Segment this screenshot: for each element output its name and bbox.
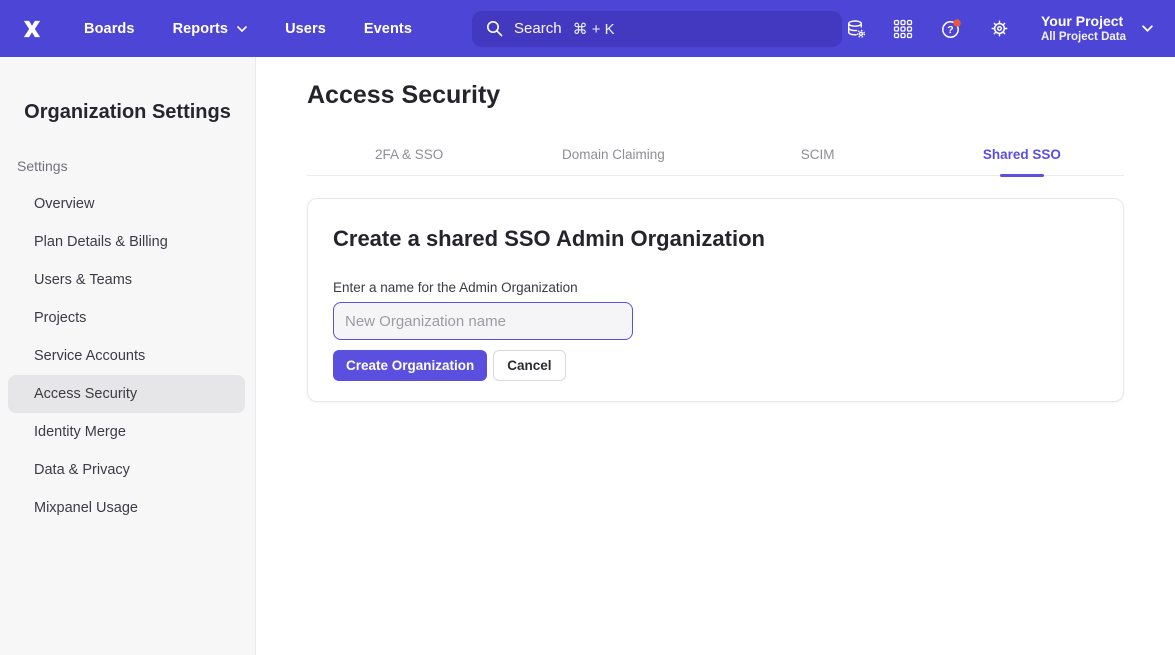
main-content: Access Security 2FA & SSO Domain Claimin… [256,57,1175,655]
sidebar-item-projects[interactable]: Projects [8,299,245,337]
tab-label: Domain Claiming [562,147,665,162]
tab-label: Shared SSO [983,147,1061,162]
button-row: Create Organization Cancel [333,350,1098,381]
chevron-down-icon [237,26,247,32]
sidebar-item-label: Identity Merge [34,424,126,440]
project-scope: All Project Data [1041,30,1126,45]
sidebar-item-label: Service Accounts [34,348,145,364]
search-icon [486,20,503,37]
sidebar-item-label: Data & Privacy [34,462,130,478]
mixpanel-logo[interactable] [0,16,64,42]
nav-item-label: Reports [173,21,229,37]
apps-grid-icon [893,19,913,39]
sidebar-section-label: Settings [17,158,255,174]
settings-gear-icon [989,18,1010,39]
primary-nav: Boards Reports Users Events [84,21,412,37]
sidebar-item-mixpanel-usage[interactable]: Mixpanel Usage [8,489,245,527]
nav-item-label: Users [285,21,326,37]
chevron-down-icon [1142,25,1153,32]
page-title: Access Security [307,80,1124,110]
project-name: Your Project [1041,12,1126,30]
settings-sidebar: Organization Settings Settings Overview … [0,57,256,655]
tab-scim[interactable]: SCIM [716,147,920,175]
sidebar-item-plan-details-billing[interactable]: Plan Details & Billing [8,223,245,261]
sidebar-item-service-accounts[interactable]: Service Accounts [8,337,245,375]
nav-item-reports[interactable]: Reports [173,21,248,37]
help-icon: ? [940,18,962,40]
tab-domain-claiming[interactable]: Domain Claiming [511,147,715,175]
nav-item-boards[interactable]: Boards [84,21,135,37]
sidebar-item-label: Projects [34,310,86,326]
sidebar-item-data-privacy[interactable]: Data & Privacy [8,451,245,489]
tab-2fa-sso[interactable]: 2FA & SSO [307,147,511,175]
navbar-right-actions: ? Your Project All Project Data [846,12,1153,45]
notification-dot [953,19,961,27]
sidebar-title: Organization Settings [0,99,255,125]
nav-item-users[interactable]: Users [285,21,326,37]
nav-item-events[interactable]: Events [364,21,412,37]
tab-label: SCIM [801,147,835,162]
mixpanel-logo-icon [19,16,45,42]
help-question-glyph: ? [947,24,953,36]
sidebar-item-label: Access Security [34,386,137,402]
nav-item-label: Events [364,21,412,37]
shared-sso-card: Create a shared SSO Admin Organization E… [307,198,1124,402]
nav-item-label: Boards [84,21,135,37]
tab-bar: 2FA & SSO Domain Claiming SCIM Shared SS… [307,147,1124,176]
sidebar-item-access-security[interactable]: Access Security [8,375,245,413]
card-title: Create a shared SSO Admin Organization [333,226,1098,252]
sidebar-item-identity-merge[interactable]: Identity Merge [8,413,245,451]
create-organization-button[interactable]: Create Organization [333,350,487,381]
org-name-label: Enter a name for the Admin Organization [333,280,1098,296]
data-management-icon [846,19,866,39]
global-search-input[interactable]: Search ⌘ + K [472,11,842,47]
help-button[interactable]: ? [940,18,962,40]
tab-label: 2FA & SSO [375,147,443,162]
org-name-input[interactable] [333,302,633,340]
sidebar-item-users-teams[interactable]: Users & Teams [8,261,245,299]
sidebar-item-label: Overview [34,196,94,212]
search-placeholder: Search [514,20,562,37]
page-layout: Organization Settings Settings Overview … [0,57,1175,655]
apps-grid-button[interactable] [893,19,913,39]
sidebar-item-overview[interactable]: Overview [8,185,245,223]
settings-button[interactable] [989,18,1010,39]
top-navbar: Boards Reports Users Events Search ⌘ + K [0,0,1175,57]
tab-shared-sso[interactable]: Shared SSO [920,147,1124,175]
data-management-button[interactable] [846,19,866,39]
sidebar-item-label: Plan Details & Billing [34,234,168,250]
sidebar-item-label: Users & Teams [34,272,132,288]
project-switcher-text: Your Project All Project Data [1041,12,1126,45]
cancel-button[interactable]: Cancel [493,350,565,381]
sidebar-item-label: Mixpanel Usage [34,500,138,516]
project-switcher[interactable]: Your Project All Project Data [1041,12,1153,45]
search-shortcut: ⌘ + K [573,20,615,38]
